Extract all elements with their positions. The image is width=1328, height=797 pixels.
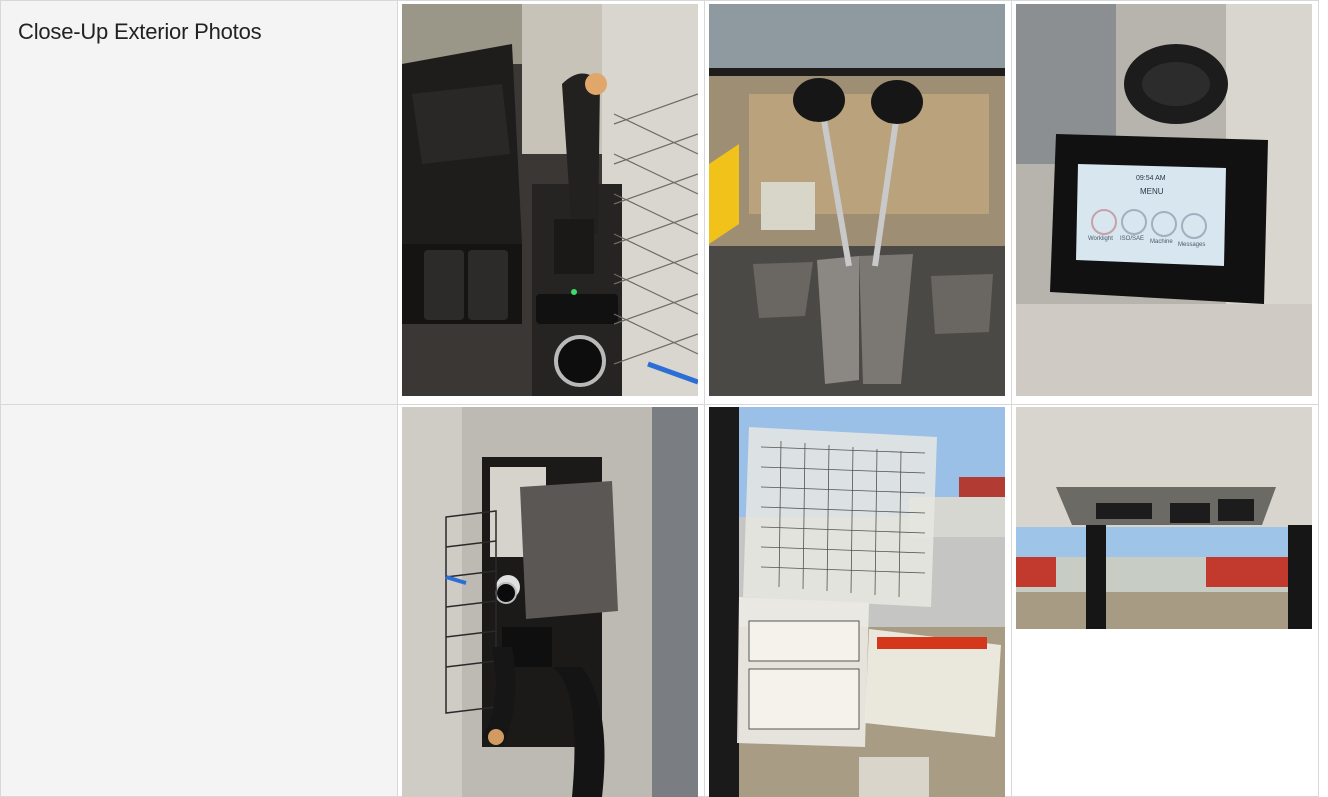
photo-cell: 09:54 AM MENU Worklight ISO/SAE Machine … [1011, 0, 1319, 405]
photo-cell [397, 404, 705, 797]
photo-ceiling[interactable] [1016, 407, 1312, 629]
section-label-cell-empty [0, 404, 398, 797]
photo-grid: Close-Up Exterior Photos 09:54 AM MENU W… [0, 0, 1319, 797]
monitor-item-iso: ISO/SAE [1120, 236, 1145, 242]
photo-joystick[interactable] [402, 4, 698, 396]
photo-console[interactable] [402, 407, 698, 797]
photo-cell [704, 404, 1012, 797]
photo-monitor[interactable]: 09:54 AM MENU Worklight ISO/SAE Machine … [1016, 4, 1312, 396]
section-title: Close-Up Exterior Photos [18, 19, 262, 44]
photo-cell [397, 0, 705, 405]
monitor-title: MENU [1140, 187, 1164, 196]
photo-cell [1011, 404, 1319, 797]
photo-levers[interactable] [709, 4, 1005, 396]
monitor-time: 09:54 AM [1136, 175, 1166, 182]
monitor-item-machine: Machine [1150, 239, 1173, 245]
monitor-item-messages: Messages [1178, 242, 1206, 248]
monitor-item-worklight: Worklight [1088, 236, 1113, 242]
section-label-cell: Close-Up Exterior Photos [0, 0, 398, 405]
photo-decals[interactable] [709, 407, 1005, 797]
photo-cell [704, 0, 1012, 405]
